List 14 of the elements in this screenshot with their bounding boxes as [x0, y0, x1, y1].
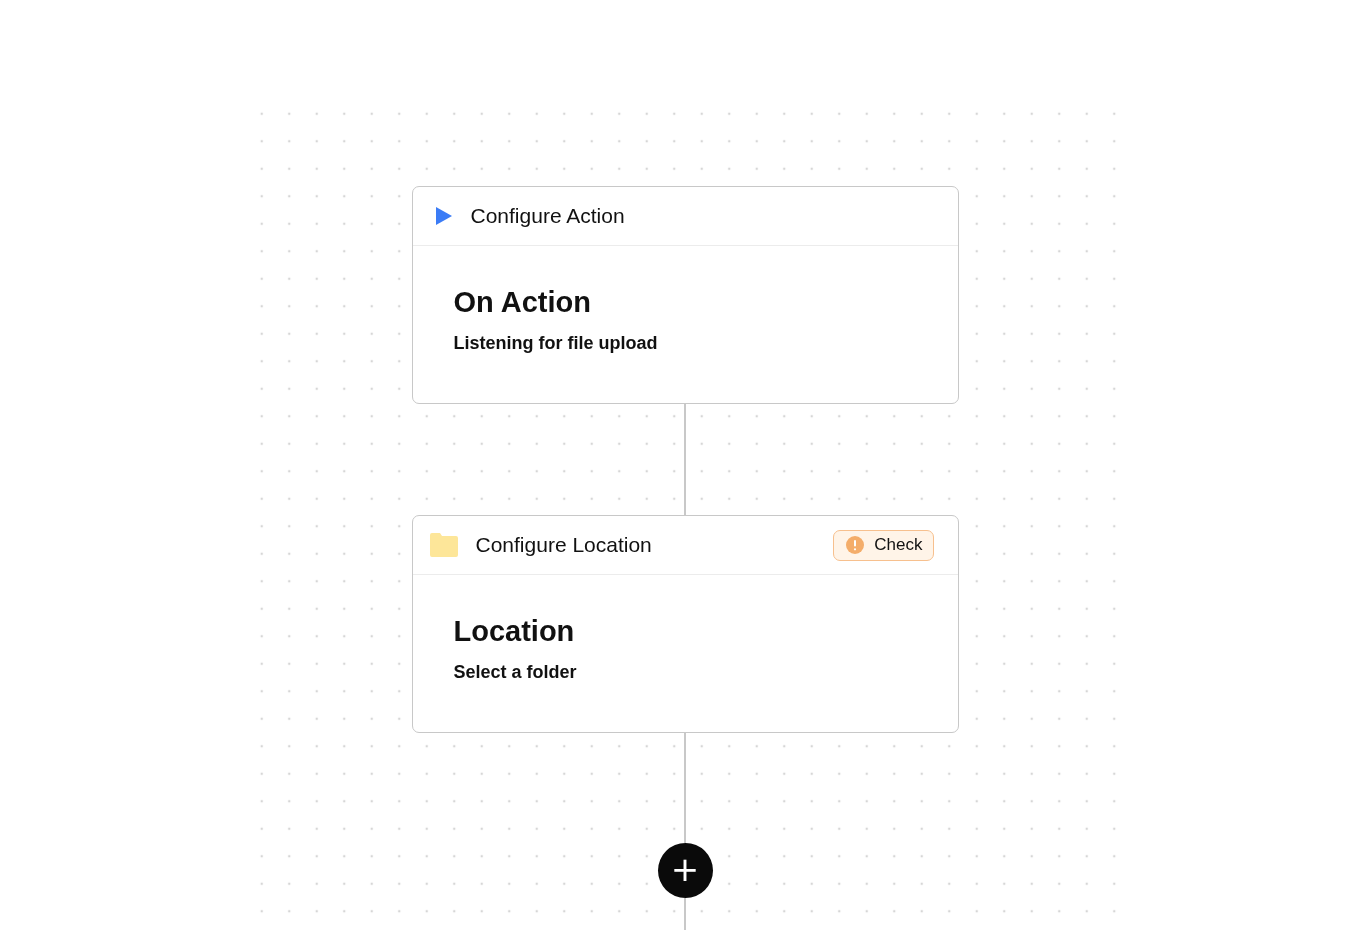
- node-header-title: Configure Location: [475, 533, 653, 557]
- connector-line: [684, 898, 686, 930]
- check-badge[interactable]: Check: [833, 529, 934, 561]
- play-icon: [434, 206, 453, 226]
- node-header-title: Configure Action: [470, 204, 626, 228]
- node-card[interactable]: Configure Location Check Location Select a folder: [411, 515, 959, 733]
- add-step-button[interactable]: +: [657, 843, 713, 898]
- folder-icon: [429, 533, 458, 557]
- node-card[interactable]: Configure Action On Action Listening for file upload: [411, 186, 959, 404]
- warning-icon: [846, 536, 865, 554]
- node-title: On Action: [453, 286, 592, 319]
- node-subtitle: Select a folder: [453, 662, 578, 683]
- node-title: Location: [453, 615, 576, 648]
- node-subtitle: Listening for file upload: [453, 333, 659, 354]
